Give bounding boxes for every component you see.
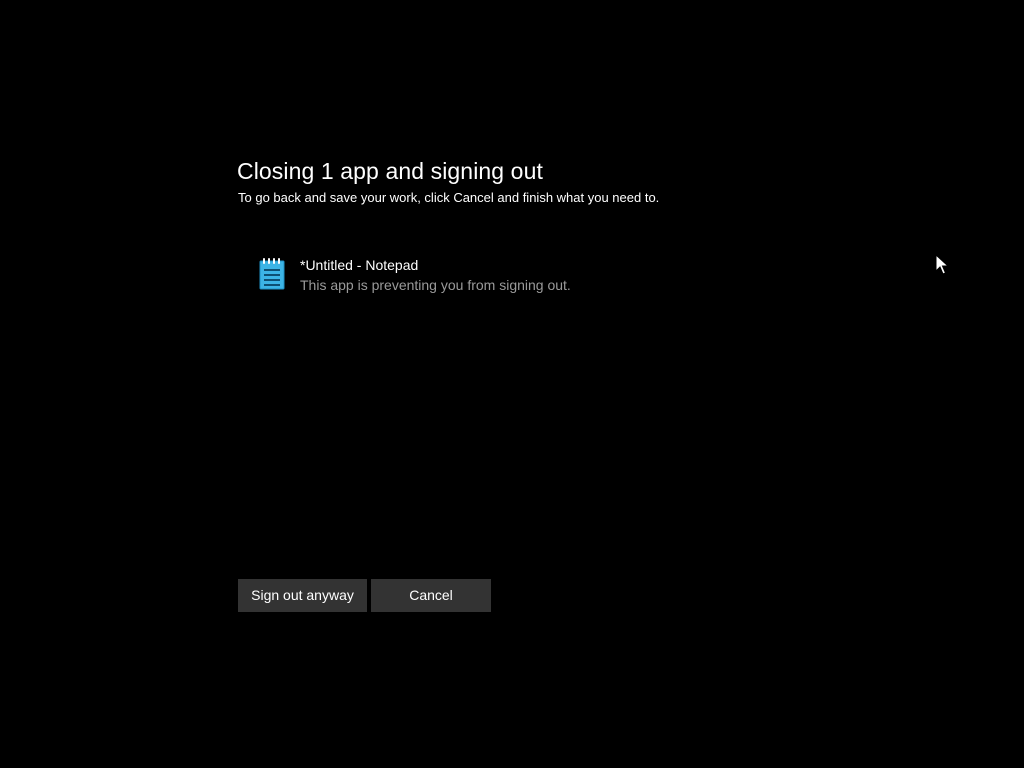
mouse-pointer-icon xyxy=(935,253,950,276)
notepad-icon xyxy=(259,258,285,290)
cancel-button[interactable]: Cancel xyxy=(371,579,491,612)
blocking-app-item: *Untitled - Notepad This app is preventi… xyxy=(256,255,656,299)
dialog-subtitle: To go back and save your work, click Can… xyxy=(238,190,660,205)
dialog-title: Closing 1 app and signing out xyxy=(237,158,543,184)
sign-out-screen: Closing 1 app and signing out To go back… xyxy=(0,0,1024,768)
sign-out-anyway-button[interactable]: Sign out anyway xyxy=(238,579,367,612)
app-name: *Untitled - Notepad xyxy=(300,257,419,273)
app-status: This app is preventing you from signing … xyxy=(300,277,571,293)
